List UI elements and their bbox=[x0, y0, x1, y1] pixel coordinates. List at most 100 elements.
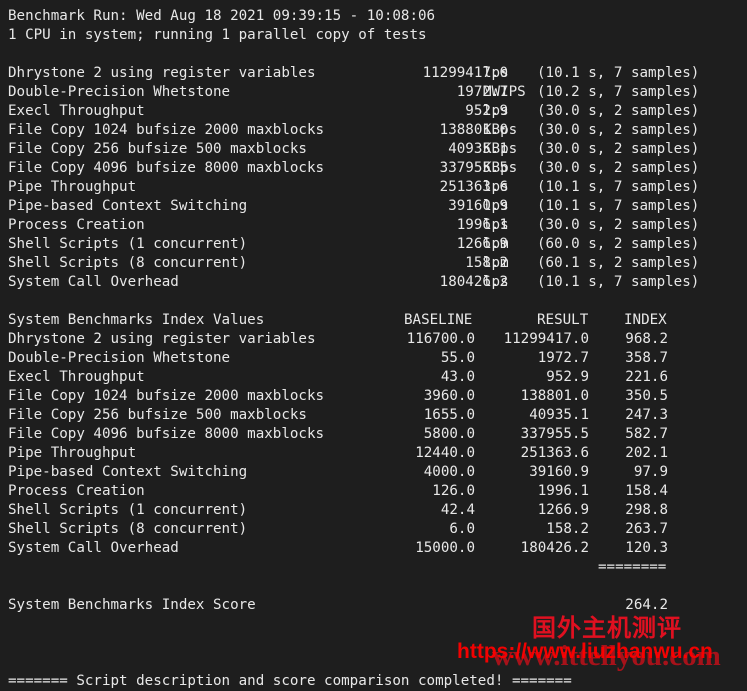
index-row-name: Execl Throughput bbox=[8, 369, 145, 385]
index-row-result: 39160.9 bbox=[529, 464, 589, 480]
result-row: Shell Scripts (1 concurrent) 1266.9 lpm (60… bbox=[8, 235, 699, 254]
index-rule: ======== bbox=[598, 559, 667, 575]
column-header-result: RESULT bbox=[537, 312, 589, 328]
index-row-name: File Copy 256 bufsize 500 maxblocks bbox=[8, 407, 307, 423]
index-row: Double-Precision Whetstone 55.0 1972.7 358.… bbox=[8, 349, 668, 368]
index-row-result: 251363.6 bbox=[520, 445, 589, 461]
result-unit: lpm bbox=[483, 255, 509, 271]
index-row-index: 120.3 bbox=[625, 540, 668, 556]
index-row: Dhrystone 2 using register variables 1167… bbox=[8, 330, 668, 349]
result-detail: (10.1 s, 7 samples) bbox=[537, 198, 700, 214]
result-unit: lps bbox=[483, 217, 509, 233]
result-detail: (60.1 s, 2 samples) bbox=[537, 255, 700, 271]
index-row-baseline: 116700.0 bbox=[406, 331, 475, 347]
result-unit: MWIPS bbox=[483, 84, 526, 100]
result-detail: (10.1 s, 7 samples) bbox=[537, 274, 700, 290]
index-row-result: 952.9 bbox=[546, 369, 589, 385]
index-row-index: 582.7 bbox=[625, 426, 668, 442]
index-row-result: 138801.0 bbox=[520, 388, 589, 404]
benchmark-run-line: Benchmark Run: Wed Aug 18 2021 09:39:15 … bbox=[8, 8, 436, 24]
result-row: Double-Precision Whetstone 1972.7 MWIPS (10… bbox=[8, 83, 699, 102]
result-unit: lps bbox=[483, 179, 509, 195]
index-row-index: 97.9 bbox=[633, 464, 668, 480]
index-row-baseline: 1655.0 bbox=[423, 407, 475, 423]
index-row-baseline: 43.0 bbox=[440, 369, 475, 385]
index-row-result: 1266.9 bbox=[537, 502, 589, 518]
index-row-index: 358.7 bbox=[625, 350, 668, 366]
result-name: File Copy 256 bufsize 500 maxblocks bbox=[8, 141, 307, 157]
result-name: Execl Throughput bbox=[8, 103, 145, 119]
result-name: Process Creation bbox=[8, 217, 145, 233]
result-row: Shell Scripts (8 concurrent) 158.2 lpm (60.… bbox=[8, 254, 699, 273]
index-table-header: System Benchmarks Index Values BASELINE … bbox=[8, 311, 667, 330]
result-unit: KBps bbox=[483, 160, 518, 176]
index-row-name: File Copy 4096 bufsize 8000 maxblocks bbox=[8, 426, 325, 442]
column-header-baseline: BASELINE bbox=[404, 312, 473, 328]
index-row-result: 1972.7 bbox=[537, 350, 589, 366]
index-rule-row: ======== bbox=[8, 558, 666, 577]
result-unit: lps bbox=[483, 198, 509, 214]
result-detail: (30.0 s, 2 samples) bbox=[537, 103, 700, 119]
result-row: Dhrystone 2 using register variables 1129… bbox=[8, 64, 699, 83]
index-row-name: System Call Overhead bbox=[8, 540, 179, 556]
index-row-baseline: 55.0 bbox=[440, 350, 475, 366]
result-name: Shell Scripts (8 concurrent) bbox=[8, 255, 248, 271]
result-row: Pipe Throughput 251363.6 lps (10.1 s, 7 sam… bbox=[8, 178, 699, 197]
separator-line: ----------------------------------------… bbox=[8, 0, 623, 7]
index-row: File Copy 4096 bufsize 8000 maxblocks 580… bbox=[8, 425, 668, 444]
index-score-row: System Benchmarks Index Score 264.2 bbox=[8, 596, 668, 615]
result-row: File Copy 4096 bufsize 8000 maxblocks 337… bbox=[8, 159, 699, 178]
index-row: Shell Scripts (8 concurrent) 6.0 158.2 263.… bbox=[8, 520, 668, 539]
result-row: File Copy 1024 bufsize 2000 maxblocks 138… bbox=[8, 121, 699, 140]
result-detail: (30.0 s, 2 samples) bbox=[537, 160, 700, 176]
result-unit: lps bbox=[483, 274, 509, 290]
completion-footer: ======= Script description and score com… bbox=[8, 673, 572, 689]
result-row: File Copy 256 bufsize 500 maxblocks 40935… bbox=[8, 140, 699, 159]
index-row-index: 263.7 bbox=[625, 521, 668, 537]
result-name: Shell Scripts (1 concurrent) bbox=[8, 236, 248, 252]
index-row-baseline: 126.0 bbox=[432, 483, 475, 499]
index-row: Pipe Throughput 12440.0 251363.6 202.1 bbox=[8, 444, 668, 463]
column-header-index: INDEX bbox=[624, 312, 667, 328]
result-name: File Copy 1024 bufsize 2000 maxblocks bbox=[8, 122, 325, 138]
index-row-index: 158.4 bbox=[625, 483, 668, 499]
index-row: System Call Overhead 15000.0 180426.2 120.3 bbox=[8, 539, 668, 558]
index-row-baseline: 5800.0 bbox=[423, 426, 475, 442]
index-row-baseline: 6.0 bbox=[449, 521, 475, 537]
index-score-value: 264.2 bbox=[625, 597, 668, 613]
result-detail: (30.0 s, 2 samples) bbox=[537, 122, 700, 138]
result-name: Pipe-based Context Switching bbox=[8, 198, 248, 214]
result-name: File Copy 4096 bufsize 8000 maxblocks bbox=[8, 160, 325, 176]
index-row-index: 968.2 bbox=[625, 331, 668, 347]
index-row: Pipe-based Context Switching 4000.0 39160.… bbox=[8, 463, 668, 482]
index-row-name: Process Creation bbox=[8, 483, 145, 499]
index-row: Execl Throughput 43.0 952.9 221.6 bbox=[8, 368, 668, 387]
result-unit: lps bbox=[483, 65, 509, 81]
terminal-output: ----------------------------------------… bbox=[8, 0, 699, 691]
index-row: Process Creation 126.0 1996.1 158.4 bbox=[8, 482, 668, 501]
result-name: Dhrystone 2 using register variables bbox=[8, 65, 316, 81]
index-row-baseline: 4000.0 bbox=[423, 464, 475, 480]
index-row-name: File Copy 1024 bufsize 2000 maxblocks bbox=[8, 388, 325, 404]
index-row-index: 202.1 bbox=[625, 445, 668, 461]
index-row: File Copy 256 bufsize 500 maxblocks 1655.… bbox=[8, 406, 668, 425]
index-table-body: Dhrystone 2 using register variables 1167… bbox=[8, 330, 668, 558]
index-row: Shell Scripts (1 concurrent) 42.4 1266.9 29… bbox=[8, 501, 668, 520]
result-unit: lpm bbox=[483, 236, 509, 252]
result-detail: (10.1 s, 7 samples) bbox=[537, 179, 700, 195]
index-row-name: Pipe-based Context Switching bbox=[8, 464, 248, 480]
result-name: Double-Precision Whetstone bbox=[8, 84, 231, 100]
index-row-result: 180426.2 bbox=[520, 540, 589, 556]
index-row-index: 247.3 bbox=[625, 407, 668, 423]
result-row: Pipe-based Context Switching 39160.9 lps (1… bbox=[8, 197, 699, 216]
index-row-baseline: 42.4 bbox=[440, 502, 475, 518]
result-detail: (60.0 s, 2 samples) bbox=[537, 236, 700, 252]
result-unit: KBps bbox=[483, 141, 518, 157]
result-detail: (30.0 s, 2 samples) bbox=[537, 217, 700, 233]
index-row-result: 1996.1 bbox=[537, 483, 589, 499]
